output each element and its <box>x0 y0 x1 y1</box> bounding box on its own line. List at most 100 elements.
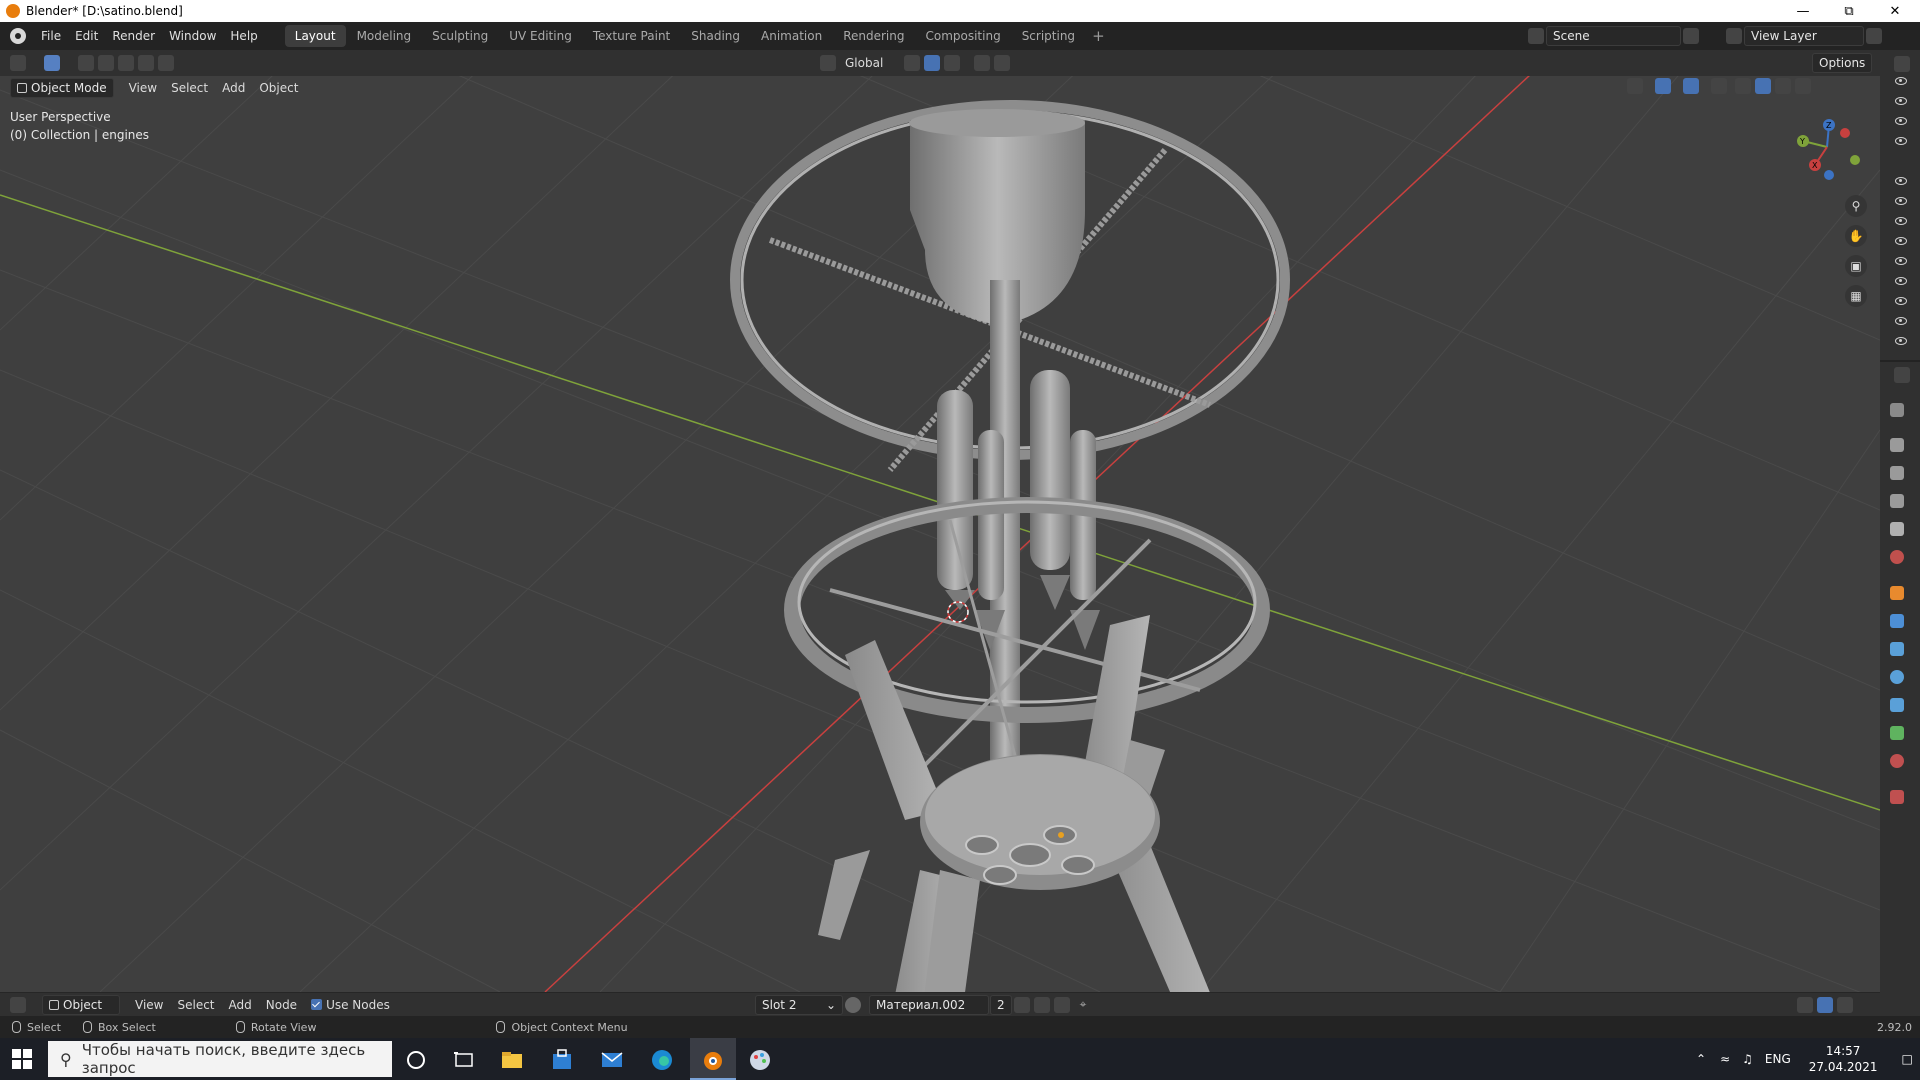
tab-sculpting[interactable]: Sculpting <box>422 25 498 47</box>
node-menu-select[interactable]: Select <box>170 995 221 1015</box>
tool-properties-icon[interactable] <box>1890 403 1904 417</box>
tab-compositing[interactable]: Compositing <box>915 25 1010 47</box>
data-properties-icon[interactable] <box>1890 726 1904 740</box>
node-menu-add[interactable]: Add <box>222 995 259 1015</box>
new-view-layer-icon[interactable] <box>1866 28 1882 44</box>
fake-user-icon[interactable] <box>1013 996 1030 1013</box>
blender-logo-icon[interactable] <box>10 28 26 44</box>
close-button[interactable]: ✕ <box>1872 0 1918 22</box>
perspective-toggle-icon[interactable]: ▦ <box>1845 285 1867 307</box>
scene-selector[interactable]: Scene <box>1526 26 1701 46</box>
gizmo-toggle-icon[interactable] <box>1655 78 1671 94</box>
select-mode-new-icon[interactable] <box>78 55 94 71</box>
menu-window[interactable]: Window <box>162 25 223 47</box>
visibility-icon[interactable] <box>1627 78 1643 94</box>
add-workspace-icon[interactable]: + <box>1086 27 1111 45</box>
tab-scripting[interactable]: Scripting <box>1012 25 1085 47</box>
visibility-eye-icon[interactable] <box>1895 297 1907 305</box>
notifications-icon[interactable]: □ <box>1901 1052 1912 1066</box>
cortana-icon[interactable] <box>404 1048 428 1072</box>
menu-view[interactable]: View <box>122 78 164 98</box>
proportional-falloff-icon[interactable] <box>994 55 1011 71</box>
particle-properties-icon[interactable] <box>1890 642 1904 656</box>
proportional-edit-icon[interactable] <box>974 55 991 71</box>
options-dropdown[interactable]: Options <box>1812 53 1873 73</box>
material-slot-dropdown[interactable]: Slot 2 ⌄ <box>755 994 844 1015</box>
duplicate-material-icon[interactable] <box>1033 996 1050 1013</box>
node-menu-node[interactable]: Node <box>259 995 304 1015</box>
node-menu-view[interactable]: View <box>128 995 170 1015</box>
material-properties-icon[interactable] <box>1890 754 1904 768</box>
wifi-icon[interactable]: ≈ <box>1720 1052 1730 1066</box>
visibility-eye-icon[interactable] <box>1895 197 1907 205</box>
visibility-eye-icon[interactable] <box>1895 337 1907 345</box>
visibility-eye-icon[interactable] <box>1895 317 1907 325</box>
menu-add[interactable]: Add <box>215 78 252 98</box>
select-tool-icon[interactable] <box>44 55 60 71</box>
store-icon[interactable] <box>550 1048 574 1072</box>
language-indicator[interactable]: ENG <box>1765 1052 1791 1066</box>
select-mode-invert-icon[interactable] <box>138 55 154 71</box>
zoom-icon[interactable]: ⚲ <box>1845 195 1867 217</box>
visibility-eye-icon[interactable] <box>1895 217 1907 225</box>
shader-type-dropdown[interactable]: Object <box>42 994 120 1015</box>
select-mode-intersect-icon[interactable] <box>158 55 174 71</box>
menu-object[interactable]: Object <box>252 78 305 98</box>
select-mode-subtract-icon[interactable] <box>118 55 134 71</box>
transform-orientation-dropdown[interactable]: Global <box>838 53 890 73</box>
constraint-properties-icon[interactable] <box>1890 698 1904 712</box>
scene-properties-icon[interactable] <box>1890 522 1904 536</box>
shader-editor-type-icon[interactable] <box>10 996 26 1013</box>
3d-viewport[interactable] <box>0 50 1880 992</box>
node-snap-icon[interactable] <box>1817 996 1833 1013</box>
menu-render[interactable]: Render <box>105 25 162 47</box>
taskbar-search-box[interactable]: ⚲ Чтобы начать поиск, введите здесь запр… <box>48 1041 392 1077</box>
new-scene-icon[interactable] <box>1683 28 1699 44</box>
view-layer-selector[interactable]: View Layer <box>1724 26 1884 46</box>
file-explorer-icon[interactable] <box>500 1048 524 1072</box>
tab-shading[interactable]: Shading <box>681 25 750 47</box>
overlays-toggle-icon[interactable] <box>1683 78 1699 94</box>
show-hidden-icons[interactable]: ⌃ <box>1696 1052 1706 1066</box>
material-name-field[interactable]: Материал.002 <box>869 994 989 1015</box>
object-properties-icon[interactable] <box>1890 586 1904 600</box>
tab-modeling[interactable]: Modeling <box>347 25 422 47</box>
outliner-editor-icon[interactable] <box>1894 56 1910 72</box>
use-nodes-checkbox[interactable] <box>311 999 323 1010</box>
physics-properties-icon[interactable] <box>1890 670 1904 684</box>
volume-icon[interactable]: ♫ <box>1742 1052 1753 1066</box>
parent-node-tree-icon[interactable] <box>1797 996 1813 1013</box>
object-mode-dropdown[interactable]: Object Mode <box>10 78 114 98</box>
material-users-count[interactable]: 2 <box>990 994 1012 1015</box>
menu-edit[interactable]: Edit <box>68 25 105 47</box>
visibility-eye-icon[interactable] <box>1895 257 1907 265</box>
properties-editor-icon[interactable] <box>1894 367 1910 383</box>
menu-file[interactable]: File <box>34 25 68 47</box>
minimize-button[interactable]: — <box>1780 0 1826 22</box>
texture-properties-icon[interactable] <box>1890 790 1904 804</box>
tab-uv-editing[interactable]: UV Editing <box>499 25 582 47</box>
use-nodes-toggle[interactable]: Use Nodes <box>304 995 397 1015</box>
navigation-gizmo[interactable]: Z Y X <box>1785 115 1865 185</box>
pin-icon[interactable]: ⌖ <box>1080 997 1096 1013</box>
visibility-eye-icon[interactable] <box>1895 77 1907 85</box>
menu-select[interactable]: Select <box>164 78 215 98</box>
visibility-eye-icon[interactable] <box>1895 137 1907 145</box>
tab-texture-paint[interactable]: Texture Paint <box>583 25 680 47</box>
visibility-eye-icon[interactable] <box>1895 117 1907 125</box>
material-browse-icon[interactable] <box>845 996 861 1013</box>
snap-target-icon[interactable] <box>944 55 961 71</box>
rendered-shading-icon[interactable] <box>1795 78 1811 94</box>
snap-icon[interactable] <box>924 55 941 71</box>
node-snap-target-icon[interactable] <box>1837 996 1853 1013</box>
wireframe-shading-icon[interactable] <box>1735 78 1751 94</box>
view-layer-properties-icon[interactable] <box>1890 494 1904 508</box>
solid-shading-icon[interactable] <box>1755 78 1771 94</box>
visibility-eye-icon[interactable] <box>1895 177 1907 185</box>
visibility-eye-icon[interactable] <box>1895 97 1907 105</box>
pan-hand-icon[interactable]: ✋ <box>1845 225 1867 247</box>
paint-app-icon[interactable] <box>748 1048 772 1072</box>
output-properties-icon[interactable] <box>1890 466 1904 480</box>
windows-start-icon[interactable] <box>12 1049 32 1069</box>
edge-browser-icon[interactable] <box>650 1048 674 1072</box>
